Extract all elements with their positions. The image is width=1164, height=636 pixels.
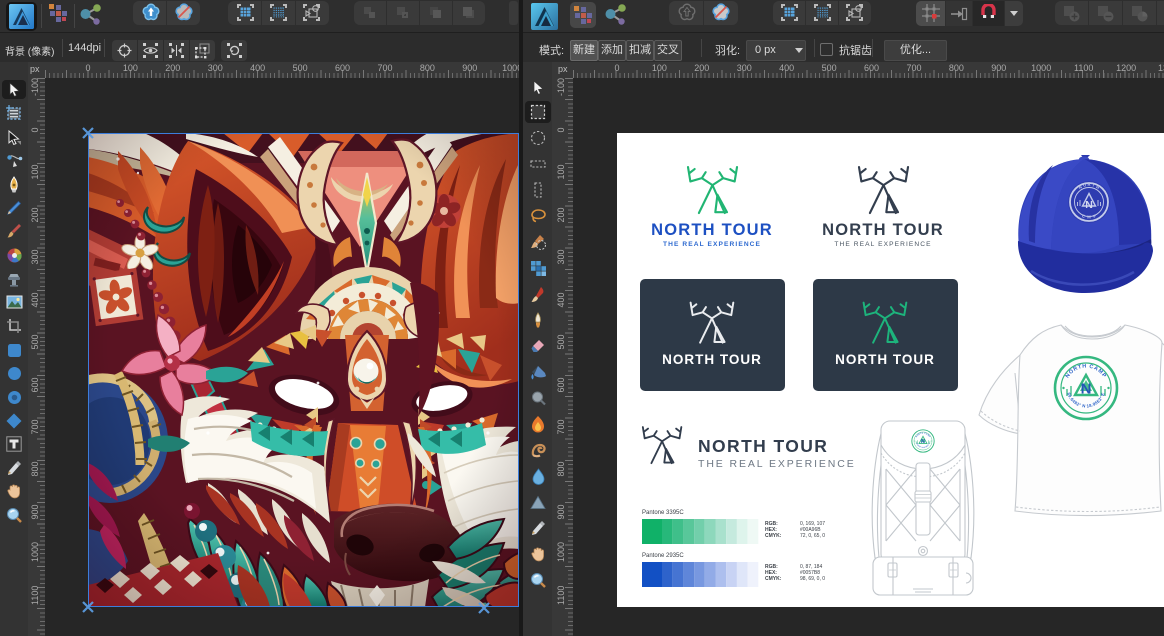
svg-text:THE REAL EXPERIENCE: THE REAL EXPERIENCE [834,241,931,248]
svg-text:98, 69, 0, 0: 98, 69, 0, 0 [800,576,825,582]
svg-text:THE REAL EXPERIENCE: THE REAL EXPERIENCE [698,458,856,470]
svg-text:M: M [1087,215,1091,220]
svg-text:NORTH TOUR: NORTH TOUR [822,221,944,239]
svg-text:Pantone 2935C: Pantone 2935C [642,553,684,559]
svg-text:NORTH TOUR: NORTH TOUR [835,352,935,367]
svg-text:NORTH TOUR: NORTH TOUR [662,352,762,367]
svg-text:THE REAL EXPERIENCE: THE REAL EXPERIENCE [663,241,761,248]
svg-text:R: R [1087,182,1090,187]
svg-text:72, 0, 65, 0: 72, 0, 65, 0 [800,533,825,539]
svg-text:CMYK:: CMYK: [765,576,782,582]
svg-text:N: N [1085,199,1093,211]
svg-text:Pantone 3395C: Pantone 3395C [642,510,684,516]
svg-text:NORTH TOUR: NORTH TOUR [698,436,828,456]
svg-text:NORTH TOUR: NORTH TOUR [651,221,773,239]
svg-text:CMYK:: CMYK: [765,533,782,539]
